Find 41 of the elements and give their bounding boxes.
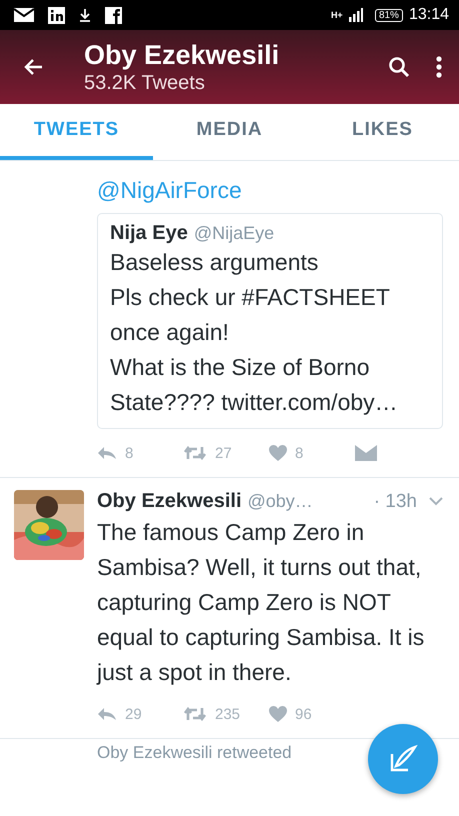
square-app-icon xyxy=(48,6,65,24)
retweet-arrows-icon[interactable] xyxy=(183,706,207,722)
heart-icon[interactable] xyxy=(269,706,287,722)
envelope-icon[interactable] xyxy=(355,445,377,461)
retweet-button[interactable]: 27 xyxy=(183,444,269,462)
tweet-time: · 13h xyxy=(374,491,417,513)
author-name: Oby Ezekwesili xyxy=(97,490,242,513)
signal-icon xyxy=(348,8,363,22)
tab[interactable]: MEDIA xyxy=(153,104,306,160)
battery-indicator: 81% xyxy=(374,8,403,22)
tab[interactable]: TWEETS xyxy=(0,104,153,160)
reply-arrow-icon[interactable] xyxy=(97,707,117,721)
quill-icon[interactable] xyxy=(388,744,418,774)
network-type: H+ xyxy=(330,10,343,20)
retweet-button[interactable]: 235 xyxy=(183,706,269,722)
reply-button[interactable]: 29 xyxy=(97,706,183,722)
reply-arrow-icon[interactable] xyxy=(97,446,117,460)
reply-button[interactable]: 8 xyxy=(97,444,183,462)
like-button[interactable]: 96 xyxy=(269,706,355,722)
quoted-tweet-text: Baseless arguments Pls check ur #FACTSHEET once again! What is the Size of Borno State???? twitter.com/oby… xyxy=(110,248,399,417)
mention-link[interactable]: @NigAirForce xyxy=(97,177,242,203)
quoted-author-handle: @NijaEye xyxy=(194,223,274,244)
chevron-down-icon[interactable] xyxy=(429,497,443,506)
retweet-arrows-icon[interactable] xyxy=(183,445,207,461)
mail-icon xyxy=(14,8,34,22)
retweet-notice: Oby Ezekwesili retweeted xyxy=(97,743,292,762)
clock-time: 13:14 xyxy=(408,6,449,24)
square-app-icon xyxy=(105,6,122,24)
quoted-author-name: Nija Eye xyxy=(110,222,188,245)
author-handle: @oby… xyxy=(248,491,313,512)
heart-icon[interactable] xyxy=(269,445,287,461)
tweet-count: 53.2K Tweets xyxy=(84,71,206,95)
compose-tweet-button[interactable] xyxy=(368,724,438,794)
search-icon[interactable] xyxy=(387,55,411,79)
download-icon xyxy=(79,8,91,22)
tab[interactable]: LIKES xyxy=(306,104,459,160)
tweet-text: The famous Camp Zero in Sambisa? Well, it turns out that, capturing Camp Zero is NOT equal to capturing Sambisa. It is just a spot in there. xyxy=(97,518,426,687)
profile-name: Oby Ezekwesili xyxy=(84,39,280,71)
quoted-tweet-card[interactable]: Nija Eye @NijaEye Baseless arguments Pls check ur #FACTSHEET once again! What is the Size of Borno State???? twitter.com/oby… xyxy=(97,213,443,429)
more-icon[interactable] xyxy=(435,55,443,79)
like-button[interactable]: 8 xyxy=(269,444,355,462)
